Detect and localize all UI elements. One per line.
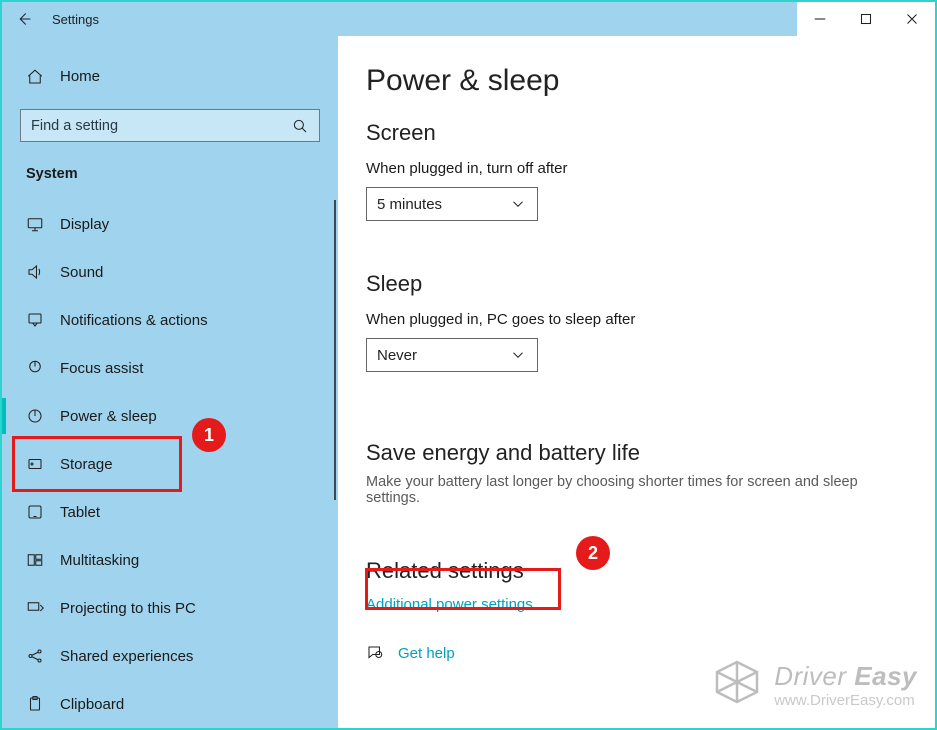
- multitasking-icon: [26, 551, 44, 569]
- tablet-icon: [26, 503, 44, 521]
- chevron-down-icon: [509, 195, 527, 213]
- search-input[interactable]: [31, 118, 291, 134]
- sidebar-item-label: Storage: [60, 456, 113, 473]
- nav-list: Display Sound Notifications & actions Fo…: [2, 200, 338, 728]
- sleep-label: When plugged in, PC goes to sleep after: [366, 311, 907, 328]
- sleep-heading: Sleep: [366, 271, 907, 297]
- sidebar-item-label: Power & sleep: [60, 408, 157, 425]
- maximize-icon: [857, 10, 875, 28]
- save-energy-heading: Save energy and battery life: [366, 440, 907, 466]
- arrow-left-icon: [15, 10, 33, 28]
- sidebar-item-display[interactable]: Display: [2, 200, 338, 248]
- get-help-row[interactable]: Get help: [366, 644, 907, 662]
- sidebar-item-multitasking[interactable]: Multitasking: [2, 536, 338, 584]
- maximize-button[interactable]: [843, 2, 889, 36]
- sidebar-item-clipboard[interactable]: Clipboard: [2, 680, 338, 728]
- search-icon: [291, 117, 309, 135]
- search-box[interactable]: [20, 109, 320, 142]
- sidebar-item-label: Display: [60, 216, 109, 233]
- sidebar-item-label: Shared experiences: [60, 648, 193, 665]
- screen-turnoff-label: When plugged in, turn off after: [366, 160, 907, 177]
- minimize-icon: [811, 10, 829, 28]
- shared-exp-icon: [26, 647, 44, 665]
- minimize-button[interactable]: [797, 2, 843, 36]
- save-energy-text: Make your battery last longer by choosin…: [366, 474, 907, 506]
- window-controls: [797, 2, 935, 36]
- display-icon: [26, 215, 44, 233]
- sidebar-item-label: Focus assist: [60, 360, 143, 377]
- home-icon: [26, 68, 44, 86]
- related-heading: Related settings: [366, 558, 907, 584]
- settings-window: Settings Home: [0, 0, 937, 730]
- content-area: Power & sleep Screen When plugged in, tu…: [338, 36, 935, 728]
- sleep-value: Never: [377, 347, 417, 364]
- screen-turnoff-select[interactable]: 5 minutes: [366, 187, 538, 221]
- sidebar-item-notifications[interactable]: Notifications & actions: [2, 296, 338, 344]
- additional-power-settings-link[interactable]: Additional power settings: [366, 596, 533, 613]
- sidebar-item-label: Notifications & actions: [60, 312, 208, 329]
- screen-heading: Screen: [366, 120, 907, 146]
- titlebar: Settings: [2, 2, 935, 36]
- page-title: Power & sleep: [366, 64, 907, 98]
- app-body: Home System Display Sound: [2, 36, 935, 728]
- sleep-select[interactable]: Never: [366, 338, 538, 372]
- close-icon: [903, 10, 921, 28]
- sidebar-item-label: Multitasking: [60, 552, 139, 569]
- notifications-icon: [26, 311, 44, 329]
- sidebar-item-power-sleep[interactable]: Power & sleep: [2, 392, 338, 440]
- storage-icon: [26, 455, 44, 473]
- home-label: Home: [60, 68, 100, 85]
- get-help-link[interactable]: Get help: [398, 645, 455, 662]
- sidebar-item-focus-assist[interactable]: Focus assist: [2, 344, 338, 392]
- back-button[interactable]: [2, 2, 46, 36]
- sidebar-item-shared-experiences[interactable]: Shared experiences: [2, 632, 338, 680]
- clipboard-icon: [26, 695, 44, 713]
- sidebar-item-projecting[interactable]: Projecting to this PC: [2, 584, 338, 632]
- get-help-icon: [366, 644, 384, 662]
- window-title: Settings: [46, 12, 99, 27]
- sidebar-item-tablet[interactable]: Tablet: [2, 488, 338, 536]
- sound-icon: [26, 263, 44, 281]
- sidebar-item-label: Clipboard: [60, 696, 124, 713]
- power-sleep-icon: [26, 407, 44, 425]
- sidebar: Home System Display Sound: [2, 36, 338, 728]
- sidebar-item-storage[interactable]: Storage: [2, 440, 338, 488]
- sidebar-item-label: Sound: [60, 264, 103, 281]
- sidebar-item-label: Projecting to this PC: [60, 600, 196, 617]
- close-button[interactable]: [889, 2, 935, 36]
- projecting-icon: [26, 599, 44, 617]
- sidebar-item-label: Tablet: [60, 504, 100, 521]
- sidebar-item-sound[interactable]: Sound: [2, 248, 338, 296]
- category-header: System: [2, 142, 338, 186]
- focus-assist-icon: [26, 359, 44, 377]
- chevron-down-icon: [509, 346, 527, 364]
- screen-turnoff-value: 5 minutes: [377, 196, 442, 213]
- home-nav[interactable]: Home: [2, 58, 338, 95]
